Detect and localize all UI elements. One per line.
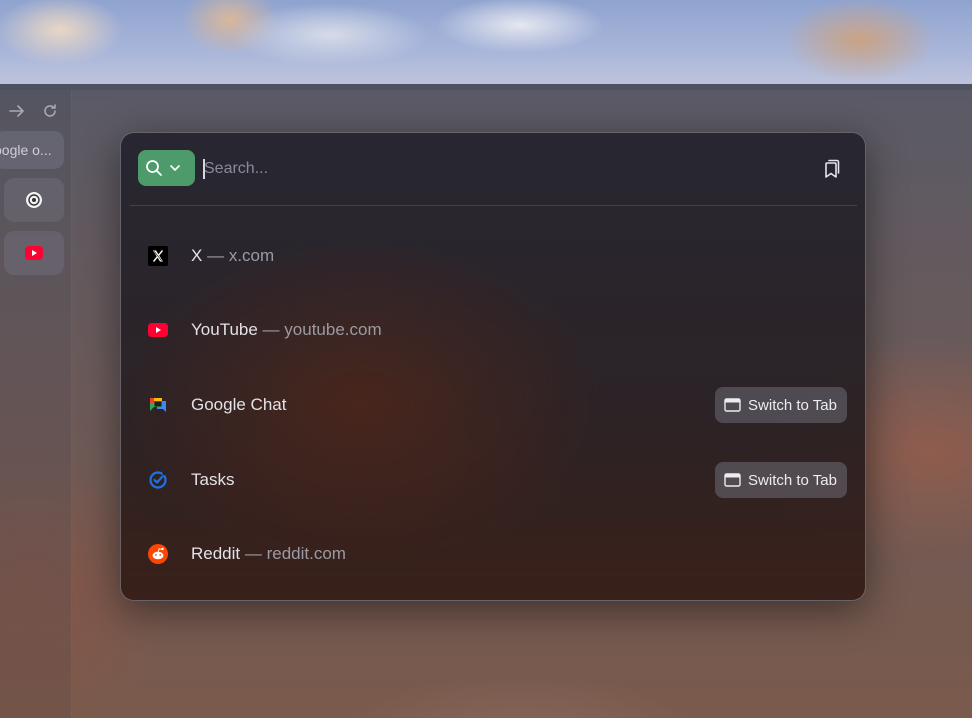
search-divider — [130, 205, 857, 206]
search-icon — [146, 160, 162, 176]
result-text: Reddit — reddit.com — [191, 544, 346, 564]
result-text: X — x.com — [191, 246, 274, 266]
tab-window-icon — [724, 473, 741, 487]
url-bar[interactable]: oogle o... — [0, 131, 64, 169]
result-title: YouTube — [191, 320, 258, 339]
search-input[interactable] — [204, 155, 804, 183]
result-item-youtube[interactable]: YouTube — youtube.com — [130, 300, 857, 360]
switch-to-tab-label: Switch to Tab — [748, 471, 837, 489]
result-title: X — [191, 246, 203, 265]
result-url: reddit.com — [266, 544, 346, 563]
result-url: youtube.com — [284, 320, 382, 339]
bookmarks-icon — [825, 159, 840, 178]
desktop-wallpaper — [0, 0, 972, 86]
result-url: x.com — [228, 246, 275, 265]
result-separator: — — [207, 246, 225, 265]
result-item-google-chat[interactable]: Google Chat Switch to Tab — [130, 375, 857, 435]
result-title: Tasks — [191, 470, 235, 489]
result-text: Tasks — [191, 470, 234, 490]
youtube-icon — [148, 320, 168, 340]
result-text: YouTube — youtube.com — [191, 320, 382, 340]
result-item-reddit[interactable]: Reddit — reddit.com — [130, 524, 857, 584]
search-engine-button[interactable] — [138, 150, 195, 186]
browser-sidebar: oogle o... — [0, 90, 72, 718]
result-item-tasks[interactable]: Tasks Switch to Tab — [130, 450, 857, 510]
result-separator: — — [262, 320, 280, 339]
result-text: Google Chat — [191, 395, 286, 415]
switch-to-tab-button[interactable]: Switch to Tab — [715, 462, 847, 498]
google-tasks-icon — [148, 470, 168, 490]
result-title: Reddit — [191, 544, 241, 563]
openai-icon — [26, 192, 42, 208]
switch-to-tab-button[interactable]: Switch to Tab — [715, 387, 847, 423]
result-separator: — — [244, 544, 262, 563]
x-logo-icon — [148, 246, 168, 266]
tab-window-icon — [724, 398, 741, 412]
google-chat-icon — [148, 395, 168, 415]
result-title: Google Chat — [191, 395, 287, 414]
pinned-tab-youtube[interactable] — [4, 231, 64, 275]
switch-to-tab-label: Switch to Tab — [748, 396, 837, 414]
reload-icon[interactable] — [41, 102, 59, 120]
bookmarks-button[interactable] — [819, 157, 843, 181]
chevron-down-icon — [170, 165, 180, 171]
pinned-tab-openai[interactable] — [4, 178, 64, 222]
command-palette: X — x.com YouTube — youtube.com — [120, 132, 866, 601]
result-item-x[interactable]: X — x.com — [130, 226, 857, 286]
search-row — [121, 133, 865, 205]
forward-arrow-icon[interactable] — [8, 102, 26, 120]
reddit-icon — [148, 544, 168, 564]
youtube-icon — [25, 246, 43, 260]
url-bar-text: oogle o... — [0, 142, 52, 158]
